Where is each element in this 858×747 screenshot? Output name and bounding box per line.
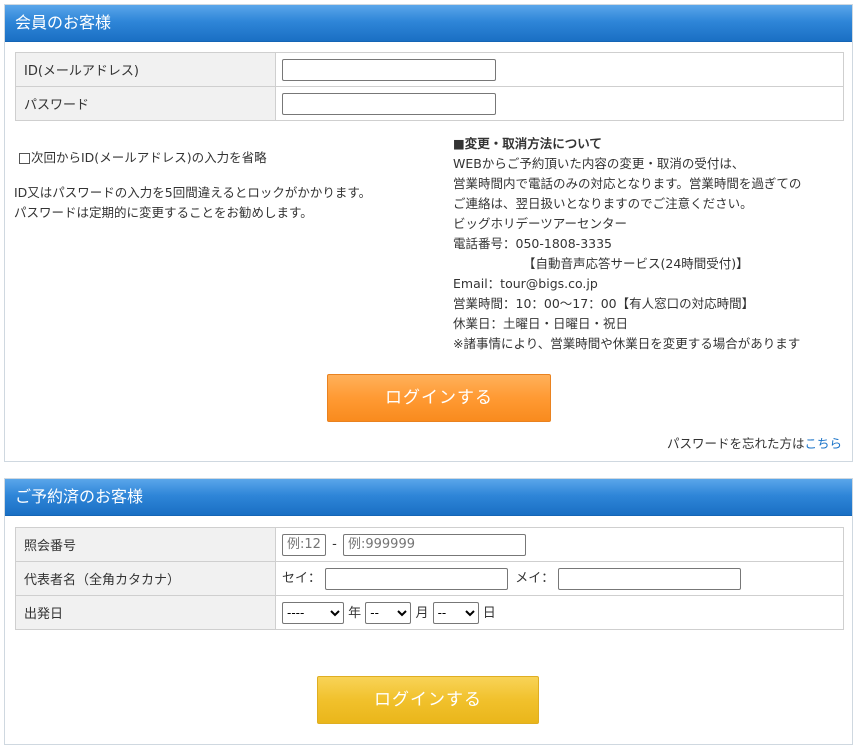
info-line: 営業時間内で電話のみの対応となります。営業時間を過ぎての: [453, 176, 802, 191]
info-email: Email：tour@bigs.co.jp: [453, 276, 598, 291]
day-select[interactable]: --: [432, 601, 479, 624]
reserved-panel: ご予約済のお客様 照会番号 - 代表者名（全角カタカナ） セイ： メイ： 出発日: [4, 478, 853, 745]
password-cell: [275, 86, 844, 121]
member-login-table: ID(メールアドレス) パスワード: [15, 52, 844, 121]
info-title: ■変更・取消方法について: [453, 136, 602, 151]
reference-input-number[interactable]: [342, 533, 526, 556]
info-line: WEBからご予約頂いた内容の変更・取消の受付は、: [453, 156, 745, 171]
remember-label: 次回からID(メールアドレス)の入力を省略: [31, 150, 267, 165]
forgot-password-text: パスワードを忘れた方は: [666, 436, 805, 451]
reference-label: 照会番号: [15, 527, 276, 562]
departure-cell: ---- 年 -- 月 -- 日: [275, 595, 844, 630]
id-cell: [275, 52, 844, 87]
forgot-password: パスワードを忘れた方はこちら: [667, 433, 842, 452]
sei-input[interactable]: [325, 567, 509, 590]
remember-checkbox[interactable]: [19, 153, 30, 164]
month-suffix: 月: [415, 605, 429, 621]
lock-notice-line-2: パスワードは定期的に変更することをお勧めします。: [14, 205, 313, 220]
password-row: パスワード: [15, 86, 844, 121]
departure-row: 出発日 ---- 年 -- 月 -- 日: [15, 595, 844, 630]
month-select[interactable]: --: [365, 601, 412, 624]
remember-option[interactable]: 次回からID(メールアドレス)の入力を省略: [19, 147, 267, 166]
info-note: ※諸事情により、営業時間や休業日を変更する場合があります: [453, 336, 801, 351]
member-panel-header: 会員のお客様: [5, 5, 852, 42]
change-cancel-info: ■変更・取消方法について WEBからご予約頂いた内容の変更・取消の受付は、 営業…: [453, 134, 801, 354]
sei-label: セイ：: [282, 571, 322, 587]
day-suffix: 日: [482, 605, 496, 621]
lock-notice: ID又はパスワードの入力を5回間違えるとロックがかかります。 パスワードは定期的…: [14, 183, 371, 223]
forgot-password-link[interactable]: こちら: [804, 436, 842, 451]
id-input[interactable]: [282, 58, 496, 81]
name-row: 代表者名（全角カタカナ） セイ： メイ：: [15, 561, 844, 596]
info-line: ご連絡は、翌日扱いとなりますのでご注意ください。: [453, 196, 753, 211]
id-label: ID(メールアドレス): [15, 52, 276, 87]
reserved-login-button[interactable]: ログインする: [317, 676, 539, 724]
year-suffix: 年: [348, 605, 362, 621]
name-label: 代表者名（全角カタカナ）: [15, 561, 276, 596]
reservation-lookup-table: 照会番号 - 代表者名（全角カタカナ） セイ： メイ： 出発日 ----: [15, 527, 844, 630]
departure-label: 出発日: [15, 595, 276, 630]
info-phone: 電話番号：050-1808-3335: [453, 236, 613, 251]
year-select[interactable]: ----: [282, 601, 344, 624]
info-hours: 営業時間：10：00〜17：00【有人窓口の対応時間】: [453, 296, 755, 311]
id-row: ID(メールアドレス): [15, 52, 844, 87]
lock-notice-line-1: ID又はパスワードの入力を5回間違えるとロックがかかります。: [14, 185, 372, 200]
password-label: パスワード: [15, 86, 276, 121]
reference-cell: -: [275, 527, 844, 562]
member-login-button[interactable]: ログインする: [327, 374, 551, 422]
info-holidays: 休業日：土曜日・日曜日・祝日: [453, 316, 629, 331]
info-auto-voice: 【自動音声応答サービス(24時間受付)】: [523, 256, 749, 271]
reserved-panel-header: ご予約済のお客様: [5, 479, 852, 516]
mei-input[interactable]: [558, 567, 742, 590]
member-panel: 会員のお客様 ID(メールアドレス) パスワード 次回からID(メールアドレス)…: [4, 4, 853, 462]
name-cell: セイ： メイ：: [275, 561, 844, 596]
reference-separator: -: [332, 537, 337, 552]
info-line: ビッグホリデーツアーセンター: [453, 216, 628, 231]
mei-label: メイ：: [515, 571, 555, 587]
password-input[interactable]: [282, 92, 496, 115]
reference-row: 照会番号 -: [15, 527, 844, 562]
reference-input-prefix[interactable]: [282, 533, 326, 556]
